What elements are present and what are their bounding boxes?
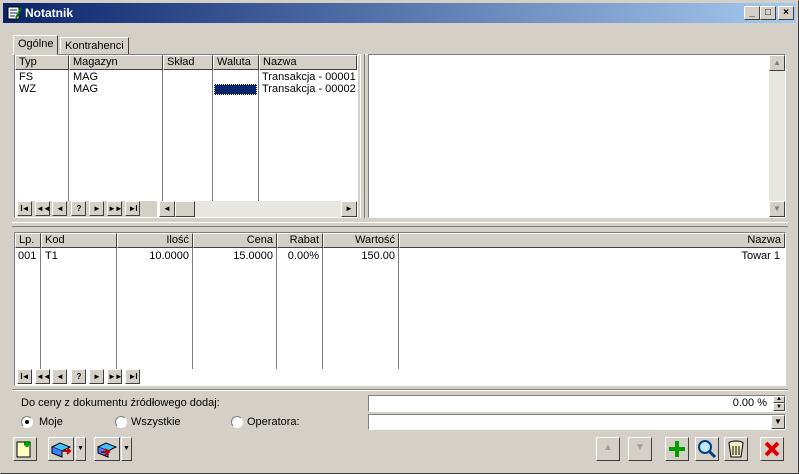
nav-next-button[interactable]: ► xyxy=(89,369,104,384)
top-record-navigator: I◄ ◄◄ ◄ ? ► ►► ►I xyxy=(17,201,157,217)
nav-next-page-button[interactable]: ►► xyxy=(107,201,123,216)
scroll-down-icon[interactable]: ▼ xyxy=(769,201,785,217)
scroll-thumb[interactable] xyxy=(175,201,195,217)
export-icon xyxy=(96,442,118,458)
radio-wszystkie-label[interactable]: Wszystkie xyxy=(131,416,181,428)
vertical-splitter[interactable] xyxy=(360,54,365,218)
scroll-right-icon[interactable]: ► xyxy=(341,201,357,217)
arrow-down-icon: ▼ xyxy=(635,442,645,453)
header-kod[interactable]: Kod xyxy=(41,233,117,248)
import-button[interactable] xyxy=(48,437,74,461)
nav-prev-button[interactable]: ◄ xyxy=(52,201,67,216)
nav-prev-page-button[interactable]: ◄◄ xyxy=(35,369,51,384)
minimize-button[interactable]: _ xyxy=(744,6,760,20)
cell-typ: FS xyxy=(19,71,34,83)
nav-find-button[interactable]: ? xyxy=(71,369,86,384)
memo-area[interactable]: ▲ ▼ xyxy=(368,54,786,218)
magnifier-icon xyxy=(698,440,717,459)
cancel-button[interactable] xyxy=(760,437,784,461)
search-button[interactable] xyxy=(695,437,719,461)
title-bar[interactable]: Notatnik _ □ × xyxy=(3,3,796,23)
header-magazyn[interactable]: Magazyn xyxy=(69,55,163,70)
percent-value: 0.00 % xyxy=(732,397,767,409)
delete-button[interactable] xyxy=(724,437,748,461)
cell-magazyn: MAG xyxy=(73,71,99,83)
header-lp[interactable]: Lp. xyxy=(15,233,41,248)
radio-moje-label[interactable]: Moje xyxy=(39,416,63,428)
price-addition-label: Do ceny z dokumentu źródłowego dodaj: xyxy=(21,397,220,409)
nav-next-button[interactable]: ► xyxy=(89,201,104,216)
nav-first-button[interactable]: I◄ xyxy=(17,201,32,216)
close-button[interactable]: × xyxy=(778,6,794,20)
radio-operatora-label[interactable]: Operatora: xyxy=(247,416,300,428)
cell-nazwa: Transakcja - 00001 xyxy=(262,71,356,83)
memo-vertical-scrollbar[interactable]: ▲ ▼ xyxy=(769,55,785,217)
add-document-icon xyxy=(16,441,31,458)
radio-moje[interactable] xyxy=(21,416,33,428)
nav-last-button[interactable]: ►I xyxy=(125,201,140,216)
export-dropdown-icon[interactable]: ▼ xyxy=(121,437,132,461)
header-typ[interactable]: Typ xyxy=(15,55,69,70)
nav-prev-page-button[interactable]: ◄◄ xyxy=(35,201,51,216)
radio-operatora[interactable] xyxy=(231,416,243,428)
bottom-record-navigator: I◄ ◄◄ ◄ ? ► ►► ►I xyxy=(17,369,157,385)
plus-icon xyxy=(669,441,685,457)
stepper-up-icon[interactable]: ▲ xyxy=(773,396,785,403)
export-button[interactable] xyxy=(94,437,120,461)
nav-last-button[interactable]: ►I xyxy=(125,369,140,384)
move-down-button[interactable]: ▼ xyxy=(628,437,652,461)
header-rabat[interactable]: Rabat xyxy=(277,233,323,248)
horizontal-splitter[interactable] xyxy=(12,222,788,227)
cell-ilosc: 10.0000 xyxy=(149,250,189,262)
nav-next-page-button[interactable]: ►► xyxy=(107,369,123,384)
documents-grid[interactable]: Typ Magazyn Skład Waluta Nazwa FS MAG Tr… xyxy=(14,54,358,218)
header-sklad[interactable]: Skład xyxy=(163,55,213,70)
radio-wszystkie[interactable] xyxy=(115,416,127,428)
notebook-icon xyxy=(7,6,22,20)
move-up-button[interactable]: ▲ xyxy=(596,437,620,461)
selected-cell-waluta[interactable] xyxy=(214,84,257,95)
tab-kontrahenci[interactable]: Kontrahenci xyxy=(60,37,129,55)
cell-cena: 15.0000 xyxy=(233,250,273,262)
nav-prev-button[interactable]: ◄ xyxy=(52,369,67,384)
import-dropdown-icon[interactable]: ▼ xyxy=(75,437,86,461)
maximize-button[interactable]: □ xyxy=(760,6,776,20)
items-grid[interactable]: Lp. Kod Ilość Cena Rabat Wartość Nazwa 0… xyxy=(14,232,786,386)
header-ilosc[interactable]: Ilość xyxy=(117,233,193,248)
tab-ogolne[interactable]: Ogólne xyxy=(13,35,59,55)
cell-typ: WZ xyxy=(19,83,37,95)
close-icon xyxy=(764,441,780,457)
add-button[interactable] xyxy=(665,437,689,461)
header-nazwa[interactable]: Nazwa xyxy=(259,55,357,70)
import-icon xyxy=(50,442,72,458)
arrow-up-icon: ▲ xyxy=(603,442,613,453)
cell-nazwa: Transakcja - 00002 xyxy=(262,83,356,95)
cell-nazwa-towaru: Towar 1 xyxy=(741,250,780,262)
cell-lp: 001 xyxy=(18,250,37,262)
scroll-left-icon[interactable]: ◄ xyxy=(159,201,175,217)
trash-icon xyxy=(728,440,744,458)
cell-rabat: 0.00% xyxy=(287,250,319,262)
chevron-down-icon[interactable]: ▼ xyxy=(771,415,785,429)
cell-kod: T1 xyxy=(45,250,58,262)
stepper-down-icon[interactable]: ▼ xyxy=(773,403,785,411)
nav-find-button[interactable]: ? xyxy=(71,201,86,216)
cell-magazyn: MAG xyxy=(73,83,99,95)
header-nazwa-towaru[interactable]: Nazwa xyxy=(399,233,785,248)
window-title: Notatnik xyxy=(25,6,73,20)
nav-first-button[interactable]: I◄ xyxy=(17,369,32,384)
operator-dropdown[interactable]: ▼ xyxy=(368,414,786,430)
notatnik-window: Notatnik _ □ × Ogólne Kontrahenci Typ Ma… xyxy=(0,0,799,474)
scroll-up-icon[interactable]: ▲ xyxy=(769,55,785,71)
percent-stepper[interactable]: 0.00 % ▲ ▼ xyxy=(368,395,786,412)
header-cena[interactable]: Cena xyxy=(193,233,277,248)
add-document-button[interactable] xyxy=(13,437,37,461)
cell-wartosc: 150.00 xyxy=(361,250,395,262)
header-wartosc[interactable]: Wartość xyxy=(323,233,399,248)
header-waluta[interactable]: Waluta xyxy=(213,55,259,70)
horizontal-scrollbar[interactable]: ◄ ► xyxy=(159,201,357,217)
